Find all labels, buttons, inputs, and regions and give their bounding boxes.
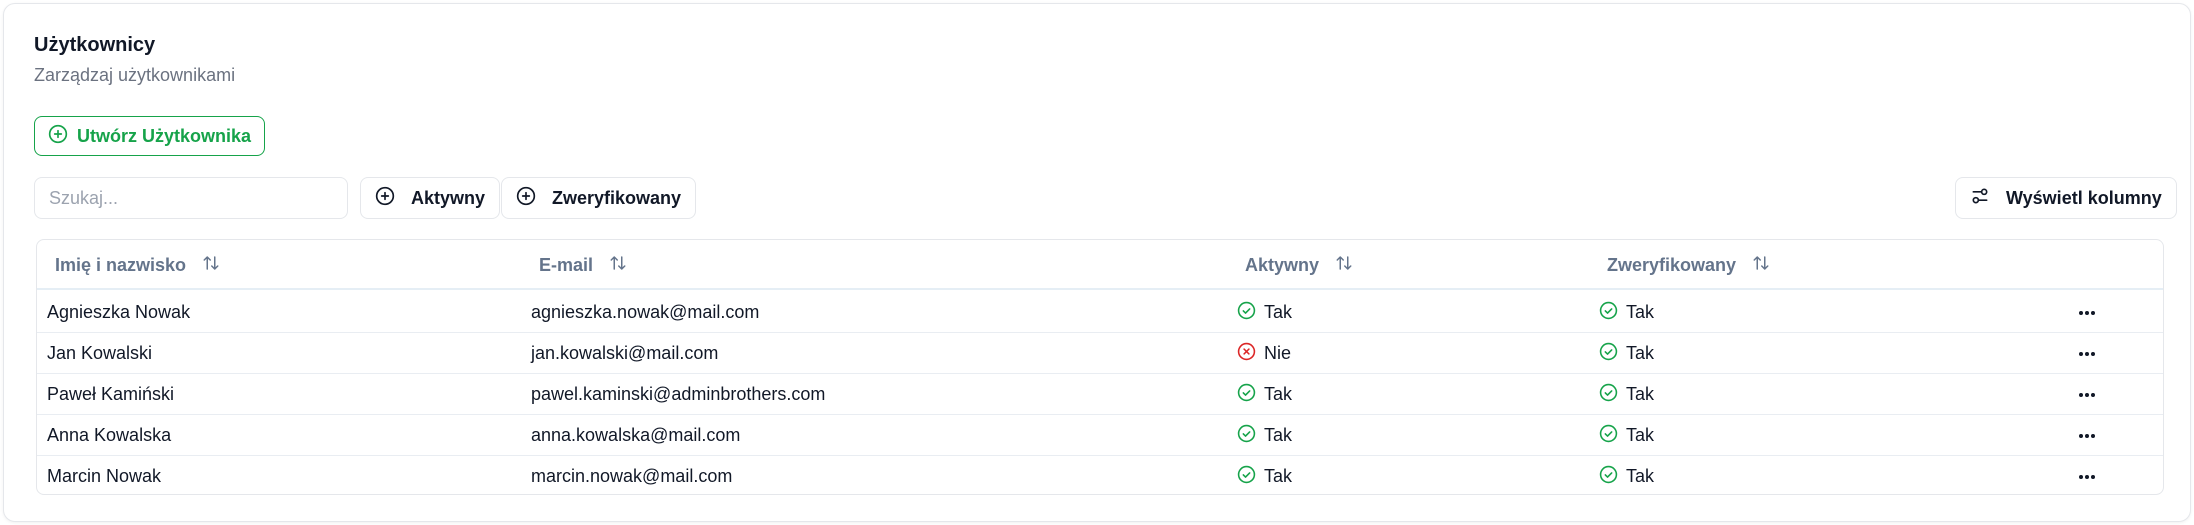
status-label: Tak xyxy=(1626,343,1655,363)
cell-email: jan.kowalski@mail.com xyxy=(531,343,719,363)
row-actions-button[interactable] xyxy=(2071,333,2103,374)
cell-email: pawel.kaminski@adminbrothers.com xyxy=(531,384,826,404)
more-horizontal-icon xyxy=(2078,310,2096,316)
sort-arrows-icon xyxy=(609,254,627,277)
cell-name: Anna Kowalska xyxy=(47,425,172,445)
filter-active-label: Aktywny xyxy=(411,187,486,208)
table-row[interactable]: Anna Kowalska anna.kowalska@mail.com Tak Ta… xyxy=(37,415,2163,456)
row-actions-button[interactable] xyxy=(2071,415,2103,456)
filter-verified-label: Zweryfikowany xyxy=(552,187,682,208)
more-horizontal-icon xyxy=(2078,392,2096,398)
column-header-email[interactable]: E-mail xyxy=(539,240,627,290)
search-input[interactable] xyxy=(34,177,348,219)
cell-name: Paweł Kamiński xyxy=(47,384,175,404)
users-table: Imię i nazwisko E-mail Aktywny Zweryfiko… xyxy=(36,239,2164,495)
more-horizontal-icon xyxy=(2078,474,2096,480)
row-actions-button[interactable] xyxy=(2071,456,2103,494)
status-label: Tak xyxy=(1264,302,1293,322)
sort-arrows-icon xyxy=(202,254,220,277)
status-label: Tak xyxy=(1626,425,1655,445)
create-user-button[interactable]: Utwórz Użytkownika xyxy=(34,116,266,156)
cell-email: anna.kowalska@mail.com xyxy=(531,425,741,445)
cell-verified: Tak xyxy=(1599,374,1654,415)
column-header-name[interactable]: Imię i nazwisko xyxy=(55,240,220,290)
column-header-active[interactable]: Aktywny xyxy=(1245,240,1353,290)
plus-circle-icon xyxy=(48,124,68,149)
cell-name: Jan Kowalski xyxy=(47,343,153,363)
column-header-verified[interactable]: Zweryfikowany xyxy=(1607,240,1770,290)
status-label: Tak xyxy=(1264,384,1293,404)
check-circle-icon xyxy=(1237,465,1256,489)
check-circle-icon xyxy=(1599,342,1618,366)
users-card: Użytkownicy Zarządzaj użytkownikami Utwó… xyxy=(3,3,2191,522)
check-circle-icon xyxy=(1237,383,1256,407)
check-circle-icon xyxy=(1237,301,1256,325)
cell-active: Tak xyxy=(1237,374,1292,415)
filter-active-button[interactable]: Aktywny xyxy=(360,177,501,219)
status-label: Tak xyxy=(1264,425,1293,445)
cell-verified: Tak xyxy=(1599,333,1654,374)
row-actions-button[interactable] xyxy=(2071,292,2103,333)
status-label: Tak xyxy=(1264,466,1293,486)
more-horizontal-icon xyxy=(2078,351,2096,357)
table-row[interactable]: Jan Kowalski jan.kowalski@mail.com Nie Tak xyxy=(37,333,2163,374)
cell-verified: Tak xyxy=(1599,456,1655,494)
cell-verified: Tak xyxy=(1599,292,1654,333)
sliders-icon xyxy=(1970,186,1990,211)
status-label: Tak xyxy=(1626,302,1655,322)
cell-email: agnieszka.nowak@mail.com xyxy=(531,302,760,322)
table-row[interactable]: Marcin Nowak marcin.nowak@mail.com Tak Tak xyxy=(37,456,2163,494)
cell-verified: Tak xyxy=(1599,415,1654,456)
check-circle-icon xyxy=(1599,301,1618,325)
cell-name: Marcin Nowak xyxy=(47,466,162,486)
filter-verified-button[interactable]: Zweryfikowany xyxy=(501,177,697,219)
view-columns-label: Wyświetl kolumny xyxy=(2006,187,2162,208)
status-label: Nie xyxy=(1264,343,1292,363)
more-horizontal-icon xyxy=(2078,433,2096,439)
cell-email: marcin.nowak@mail.com xyxy=(531,466,733,486)
status-label: Tak xyxy=(1626,466,1655,486)
check-circle-icon xyxy=(1599,465,1618,489)
check-circle-icon xyxy=(1237,424,1256,448)
check-circle-icon xyxy=(1599,383,1618,407)
check-circle-icon xyxy=(1599,424,1618,448)
plus-circle-icon xyxy=(375,186,395,211)
table-row[interactable]: Agnieszka Nowak agnieszka.nowak@mail.com T… xyxy=(37,292,2163,333)
cell-active: Nie xyxy=(1237,333,1291,374)
sort-arrows-icon xyxy=(1752,254,1770,277)
cell-active: Tak xyxy=(1237,456,1293,494)
plus-circle-icon xyxy=(516,186,536,211)
cell-name: Agnieszka Nowak xyxy=(47,302,191,322)
create-user-label: Utwórz Użytkownika xyxy=(77,125,252,146)
page-title: Użytkownicy xyxy=(34,34,156,56)
cell-active: Tak xyxy=(1237,415,1292,456)
view-columns-button[interactable]: Wyświetl kolumny xyxy=(1955,177,2177,219)
row-actions-button[interactable] xyxy=(2071,374,2103,415)
table-header: Imię i nazwisko E-mail Aktywny Zweryfiko… xyxy=(37,240,2163,290)
sort-arrows-icon xyxy=(1335,254,1353,277)
table-row[interactable]: Paweł Kamiński pawel.kaminski@adminbrothe… xyxy=(37,374,2163,415)
status-label: Tak xyxy=(1626,384,1655,404)
cell-active: Tak xyxy=(1237,292,1292,333)
page-subtitle: Zarządzaj użytkownikami xyxy=(34,65,236,85)
x-circle-icon xyxy=(1237,342,1256,366)
